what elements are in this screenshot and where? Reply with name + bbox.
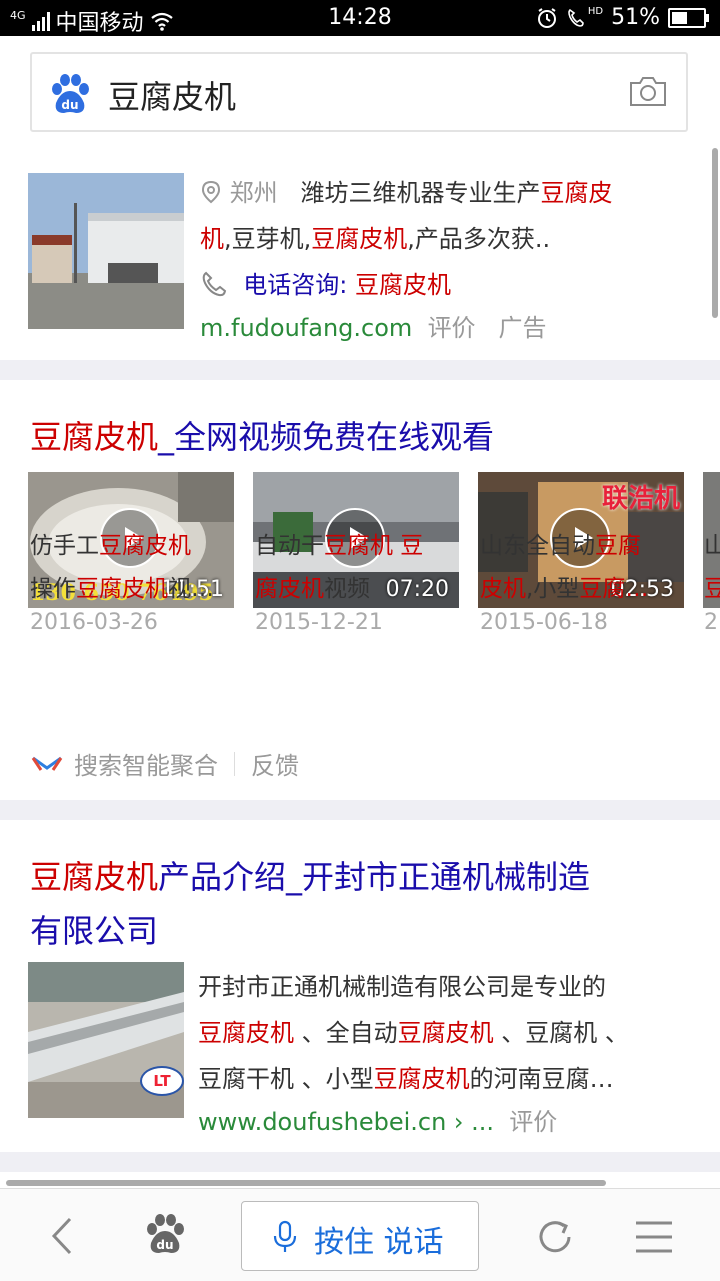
bottom-toolbar: du 按住 说话 bbox=[0, 1188, 720, 1281]
home-logo-text: du bbox=[156, 1238, 173, 1252]
menu-icon[interactable] bbox=[634, 1219, 674, 1255]
search-header: du 豆腐皮机 bbox=[0, 36, 720, 148]
ad-thumbnail[interactable] bbox=[28, 173, 184, 329]
phone-label[interactable]: 电话咨询: bbox=[243, 271, 347, 299]
ad-tag: 广告 bbox=[498, 314, 547, 342]
divider bbox=[234, 751, 235, 776]
video-title-text: 自动干 bbox=[255, 533, 324, 559]
baidu-paw-icon: du bbox=[52, 74, 89, 113]
title-text[interactable]: 有限公司 bbox=[30, 912, 158, 950]
result-title[interactable]: 豆腐皮机产品介绍_开封市正通机械制造 有限公司 bbox=[30, 850, 690, 958]
battery-icon bbox=[668, 7, 709, 28]
video-title-text: 操作 bbox=[30, 576, 76, 602]
desc-keyword: 豆腐皮机 bbox=[397, 1019, 494, 1047]
battery-percent: 51% bbox=[611, 5, 660, 30]
hd-indicator: HD bbox=[587, 6, 604, 17]
video-title-keyword: 豆腐… bbox=[579, 576, 649, 602]
video-result-card: 豆腐皮机_全网视频免费在线观看 130 650 76495 11:51 仿手工豆… bbox=[0, 380, 720, 800]
refresh-icon[interactable] bbox=[533, 1215, 577, 1259]
ad-url[interactable]: m.fudoufang.com bbox=[200, 314, 412, 342]
video-title-keyword: 皮机 bbox=[480, 576, 526, 602]
video-title[interactable]: 仿手工豆腐皮机 操作豆腐皮机视… bbox=[30, 525, 242, 611]
video-title-keyword: 豆 bbox=[704, 576, 720, 602]
baidu-home-icon[interactable]: du bbox=[143, 1213, 187, 1257]
web-result-card[interactable]: 豆腐皮机产品介绍_开封市正通机械制造 有限公司 LT 开封市正通机械制造有限公司… bbox=[0, 820, 720, 1152]
status-bar: 4G 中国移动 14:28 HD 51% bbox=[0, 0, 720, 36]
ad-desc-keyword: 豆腐皮机 bbox=[311, 225, 408, 253]
phone-icon bbox=[202, 271, 227, 297]
video-title-keyword: 豆腐皮机 bbox=[76, 576, 168, 602]
video-date: 2016-03-26 bbox=[30, 610, 158, 635]
voice-input-button[interactable]: 按住 说话 bbox=[241, 1201, 479, 1271]
baidu-logo-text: du bbox=[61, 98, 78, 112]
vertical-scrollbar[interactable] bbox=[712, 148, 718, 318]
video-title-keyword: 豆腐 bbox=[595, 533, 641, 559]
search-box[interactable]: du 豆腐皮机 bbox=[30, 52, 688, 132]
search-query[interactable]: 豆腐皮机 bbox=[108, 72, 236, 118]
video-title-text: 视… bbox=[168, 576, 214, 602]
location-pin-icon bbox=[201, 180, 221, 204]
hd-call-icon bbox=[568, 8, 584, 27]
title-keyword[interactable]: 豆腐皮机 bbox=[30, 858, 158, 896]
title-text[interactable]: _全网视频免费在线观看 bbox=[158, 418, 494, 456]
thumbnail-logo: LT bbox=[140, 1066, 184, 1096]
video-overlay-text: 联浩机 bbox=[601, 484, 680, 514]
video-card-title[interactable]: 豆腐皮机_全网视频免费在线观看 bbox=[30, 412, 494, 458]
ad-rate-link[interactable]: 评价 bbox=[428, 314, 476, 342]
result-url[interactable]: www.doufushebei.cn › ... bbox=[198, 1108, 494, 1136]
ad-desc-keyword: 豆腐皮 bbox=[540, 179, 613, 207]
back-icon[interactable] bbox=[46, 1215, 78, 1257]
result-rate-link[interactable]: 评价 bbox=[509, 1108, 557, 1136]
result-thumbnail[interactable]: LT bbox=[28, 962, 184, 1118]
desc-keyword: 豆腐皮机 bbox=[198, 1019, 294, 1047]
video-title-text: ,小型 bbox=[526, 576, 580, 602]
voice-label: 按住 说话 bbox=[314, 1225, 444, 1260]
video-title-text: 山 bbox=[704, 533, 720, 559]
alarm-icon bbox=[537, 7, 556, 28]
video-title-keyword: 腐皮机 bbox=[255, 576, 324, 602]
video-date: 2015-12-21 bbox=[255, 610, 383, 635]
microphone-icon bbox=[273, 1220, 297, 1252]
desc-text: 、全自动 bbox=[294, 1019, 398, 1047]
desc-keyword: 豆腐皮机 bbox=[373, 1065, 470, 1093]
ad-desc-text: ,豆芽机, bbox=[224, 225, 312, 253]
battery-fill bbox=[672, 11, 688, 24]
ad-location: 郑州 bbox=[229, 179, 278, 207]
title-keyword[interactable]: 豆腐皮机 bbox=[30, 418, 158, 456]
desc-text: 豆腐干机 、小型 bbox=[198, 1065, 374, 1093]
smart-aggregate-label: 搜索智能聚合 bbox=[74, 752, 218, 780]
desc-text: 、豆腐机 、 bbox=[493, 1019, 629, 1047]
video-title[interactable]: 山东全自动豆腐 皮机,小型豆腐… bbox=[480, 525, 692, 611]
video-title[interactable]: 自动干豆腐机 豆 腐皮机视频 bbox=[255, 525, 467, 611]
title-text[interactable]: 产品介绍_开封市正通机械制造 bbox=[158, 858, 590, 896]
feedback-link[interactable]: 反馈 bbox=[251, 746, 299, 781]
phone-keyword[interactable]: 豆腐皮机 bbox=[355, 271, 451, 299]
ad-result-card[interactable]: 郑州 潍坊三维机器专业生产豆腐皮 机,豆芽机,豆腐皮机,产品多次获.. 电话咨询… bbox=[0, 148, 720, 360]
camera-icon[interactable] bbox=[628, 74, 668, 108]
desc-text: 的河南豆腐… bbox=[469, 1065, 614, 1093]
ad-desc-text: ,产品多次获.. bbox=[407, 225, 551, 253]
results-area: 郑州 潍坊三维机器专业生产豆腐皮 机,豆芽机,豆腐皮机,产品多次获.. 电话咨询… bbox=[0, 148, 720, 1188]
video-title-keyword: 豆腐皮机 bbox=[99, 533, 191, 559]
phone-consult-link[interactable]: 电话咨询: 豆腐皮机 bbox=[200, 262, 690, 308]
result-desc: 开封市正通机械制造有限公司是专业的 bbox=[198, 973, 606, 1001]
video-title-text: 视频 bbox=[324, 576, 370, 602]
smart-aggregate-icon bbox=[31, 756, 63, 771]
video-date: 2 bbox=[704, 610, 718, 635]
video-title-text: 仿手工 bbox=[30, 533, 99, 559]
video-title-keyword: 豆腐机 豆 bbox=[324, 533, 424, 559]
video-title[interactable]: 山 豆 bbox=[704, 525, 720, 611]
video-date: 2015-06-18 bbox=[480, 610, 608, 635]
horizontal-scrollbar[interactable] bbox=[6, 1180, 606, 1186]
ad-desc-keyword: 机 bbox=[200, 225, 224, 253]
ad-desc-text: 潍坊三维机器专业生产 bbox=[300, 179, 541, 207]
video-title-text: 山东全自动 bbox=[480, 533, 595, 559]
